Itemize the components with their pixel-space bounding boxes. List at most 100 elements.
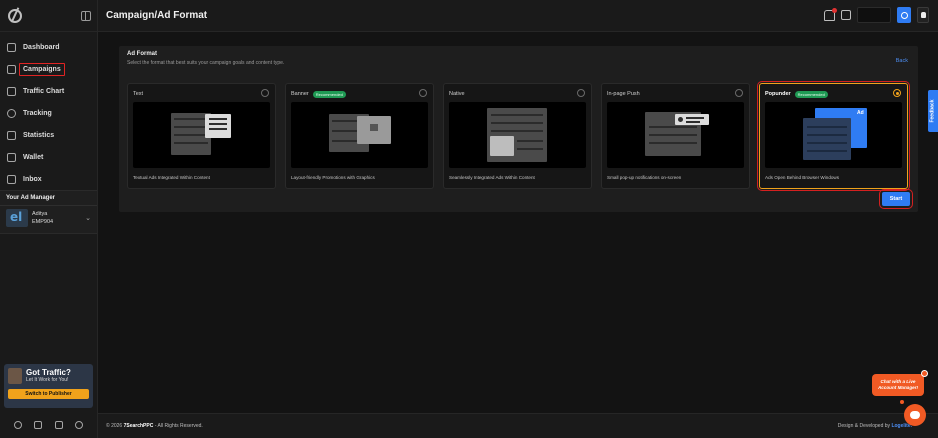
card-description: Seamlessly Integrated Ads Within Content [449,175,535,180]
card-description: Textual Ads Integrated Within Content [133,175,210,180]
ad-format-cards: Text Textual Ads Integrated Within Conte… [127,81,910,191]
sidebar-item-statistics[interactable]: Statistics [0,124,97,146]
ad-format-card-popunder[interactable]: Popunder Recommended Ad Ads Open Behind … [757,81,910,191]
traffic-promo-card: Got Traffic? Let It Work for You! Switch… [4,364,93,408]
panel-title: Ad Format [127,51,157,57]
user-icon [920,12,926,18]
copyright-suffix: - All Rights Reserved. [153,423,203,429]
chat-icon [910,411,920,419]
profile-button[interactable] [897,7,911,23]
recommended-badge: Recommended [794,90,828,98]
feedback-label: Feedback [930,99,937,123]
tracking-icon [7,108,16,118]
chevron-down-icon[interactable]: ⌄ [85,214,91,222]
phone-icon[interactable] [14,421,23,429]
sidebar-item-label: Dashboard [23,43,60,51]
feedback-tab[interactable]: Feedback [928,90,938,132]
inbox-icon [7,174,16,184]
radio-button[interactable] [261,89,269,97]
top-header: Campaign/Ad Format [98,0,938,32]
sidebar-item-inbox[interactable]: Inbox [0,168,97,190]
preview-illustration [291,102,428,168]
ad-format-card-in-page-push[interactable]: In-page Push Small pop-up notifications … [601,83,750,189]
radio-button[interactable] [577,89,585,97]
copyright-prefix: © 2026 [106,423,124,429]
bell-icon[interactable] [824,7,837,21]
page-title: Campaign/Ad Format [106,10,208,21]
chat-prompt-bubble[interactable]: Chat with a Live Account Manager! [872,374,924,396]
promo-title: Got Traffic? [26,367,71,377]
sidebar-item-label: Inbox [23,175,42,183]
switch-to-publisher-button[interactable]: Switch to Publisher [8,389,89,399]
card-title: In-page Push [607,91,640,97]
brand-name: 7SearchPPC [123,423,154,429]
statistics-icon [7,130,16,140]
preview-illustration [607,102,744,168]
mail-icon[interactable] [34,421,43,429]
copyright-text: © 2026 7SearchPPC - All Rights Reserved. [106,423,203,429]
preview-illustration: Ad [765,102,902,168]
ad-manager-dropdown[interactable]: Aditya EMP904 ⌄ [0,206,97,230]
radio-button[interactable] [735,89,743,97]
card-title: Text [133,91,144,97]
back-link[interactable]: Back [896,58,908,64]
radio-button[interactable] [419,89,427,97]
ad-manager-title: Your Ad Manager [0,191,97,206]
wallet-icon [7,152,16,162]
promo-subtitle: Let It Work for You! [26,376,69,383]
sidebar-item-dashboard[interactable]: Dashboard [0,36,97,58]
panel-subtitle: Select the format that best suits your c… [127,60,285,66]
user-menu-button[interactable] [917,7,929,23]
sidebar-item-wallet[interactable]: Wallet [0,146,97,168]
ad-manager-name: Aditya [32,211,48,217]
sidebar-item-label: Statistics [23,131,55,139]
sidebar-footer-icons [0,414,97,436]
logo-icon[interactable] [8,8,22,23]
sidebar-item-label: Traffic Chart [23,87,65,95]
ad-manager-id: EMP904 [32,219,54,225]
ad-format-panel: Ad Format Select the format that best su… [119,46,918,212]
header-actions [824,7,929,23]
sidebar-item-label: Tracking [23,109,52,117]
notification-dot [832,7,837,13]
card-description: Small pop-up notifications on-screen [607,175,682,180]
sidebar-item-label: Wallet [23,153,44,161]
profile-icon [900,11,908,19]
card-title: Banner [291,91,309,97]
card-title: Native [449,91,465,97]
preview-illustration [449,102,586,168]
campaign-icon [7,64,16,74]
chat-close-icon[interactable] [921,370,928,377]
sidebar-header [0,0,97,32]
chat-prompt-text: Chat with a Live Account Manager! [877,379,919,390]
promo-image [8,368,22,384]
ad-format-card-native[interactable]: Native Seamlessly Integrated Ads Within … [443,83,592,189]
chat-launcher-button[interactable] [904,404,926,426]
wallet-balance [857,7,891,23]
radio-button-selected[interactable] [893,89,901,97]
avatar [6,209,28,227]
sidebar-collapse-icon[interactable] [81,10,91,21]
ad-format-card-banner[interactable]: Banner Recommended Layout-friendly Promo… [285,83,434,189]
sidebar-item-tracking[interactable]: Tracking [0,102,97,124]
chat-indicator-dot [900,400,904,404]
card-title: Popunder [765,91,791,97]
fullscreen-icon[interactable] [841,10,851,20]
sidebar-nav: Dashboard Campaigns Traffic Chart Tracki… [0,32,97,190]
sidebar-item-campaigns[interactable]: Campaigns [0,58,97,80]
ad-format-card-text[interactable]: Text Textual Ads Integrated Within Conte… [127,83,276,189]
preview-illustration [133,102,270,168]
card-description: Ads Open Behind Browser Windows [765,175,840,180]
sidebar: Dashboard Campaigns Traffic Chart Tracki… [0,0,98,438]
chart-icon [7,86,16,96]
home-icon [7,42,16,52]
page-footer: © 2026 7SearchPPC - All Rights Reserved.… [98,413,938,438]
recommended-badge: Recommended [312,90,346,98]
start-button[interactable]: Start [879,189,913,209]
info-icon[interactable] [74,421,83,429]
ad-label: Ad [857,110,864,116]
designed-by-text: Design & Developed by Logelite. [838,423,912,429]
skype-icon[interactable] [54,421,63,429]
sidebar-item-traffic-chart[interactable]: Traffic Chart [0,80,97,102]
sidebar-item-label: Campaigns [19,62,65,76]
